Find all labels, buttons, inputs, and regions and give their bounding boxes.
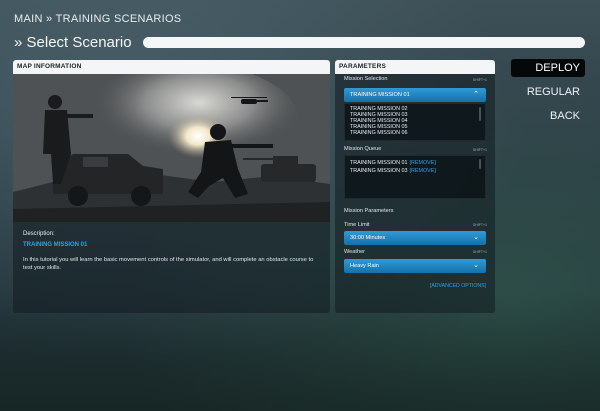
- deploy-button[interactable]: DEPLOY: [511, 59, 585, 77]
- list-item[interactable]: TRAINING MISSION 06: [345, 130, 485, 136]
- map-information-panel: MAP INFORMATION Description: TRAINING MI…: [13, 60, 330, 313]
- title-underline-bar: [143, 37, 585, 48]
- description-text: In this tutorial you will learn the basi…: [23, 257, 314, 271]
- remove-link[interactable]: [REMOVE]: [410, 168, 436, 174]
- selected-mission: TRAINING MISSION 01: [350, 92, 410, 98]
- queue-scrollbar[interactable]: [479, 159, 481, 169]
- time-limit-value: 30:00 Minutes: [350, 235, 386, 241]
- chevron-down-icon[interactable]: ⌄: [473, 231, 479, 245]
- mission-selection-label: Mission Selection: [344, 76, 388, 82]
- weather-dropdown[interactable]: Heavy Rain ⌄: [344, 259, 486, 273]
- description-mission-name: TRAINING MISSION 01: [23, 242, 88, 248]
- chevron-down-icon[interactable]: ⌄: [473, 259, 479, 273]
- remove-link[interactable]: [REMOVE]: [410, 160, 436, 166]
- soldiers-scene-illustration: [13, 74, 330, 222]
- mission-parameters-label: Mission Parameters: [344, 208, 394, 214]
- queue-item-name: TRAINING MISSION 01: [350, 160, 408, 166]
- parameters-panel: PARAMETERS Mission Selection SHIFT+1 TRA…: [335, 60, 495, 313]
- description-label: Description:: [23, 231, 55, 237]
- advanced-options-link[interactable]: [ADVANCED OPTIONS]: [430, 283, 486, 289]
- queue-item-name: TRAINING MISSION 03: [350, 168, 408, 174]
- time-limit-dropdown[interactable]: 30:00 Minutes ⌄: [344, 231, 486, 245]
- shortcut-hint: SHIFT+1: [472, 148, 487, 152]
- map-information-header: MAP INFORMATION: [13, 60, 330, 74]
- shortcut-hint: SHIFT+1: [472, 250, 487, 254]
- parameters-header: PARAMETERS: [335, 60, 495, 74]
- shortcut-hint: SHIFT+1: [472, 223, 487, 227]
- shortcut-hint: SHIFT+1: [472, 78, 487, 82]
- regular-button[interactable]: REGULAR: [511, 83, 585, 101]
- weather-value: Heavy Rain: [350, 263, 379, 269]
- chevron-up-icon[interactable]: ⌃: [473, 88, 479, 102]
- queue-item: TRAINING MISSION 03 [REMOVE]: [345, 167, 485, 175]
- mission-list-scrollbar[interactable]: [479, 107, 481, 121]
- map-preview-image: [13, 74, 330, 222]
- time-limit-label: Time Limit: [344, 222, 370, 228]
- mission-selection-dropdown[interactable]: TRAINING MISSION 01 ⌃: [344, 88, 486, 102]
- page-title: » Select Scenario: [14, 34, 132, 51]
- back-button[interactable]: BACK: [511, 107, 585, 125]
- breadcrumb: MAIN » TRAINING SCENARIOS: [14, 13, 182, 25]
- queue-item: TRAINING MISSION 01 [REMOVE]: [345, 159, 485, 167]
- mission-queue-list: TRAINING MISSION 01 [REMOVE] TRAINING MIS…: [344, 155, 486, 199]
- mission-list[interactable]: TRAINING MISSION 02 TRAINING MISSION 03 …: [344, 103, 486, 141]
- mission-queue-label: Mission Queue: [344, 146, 382, 152]
- weather-label: Weather: [344, 249, 366, 255]
